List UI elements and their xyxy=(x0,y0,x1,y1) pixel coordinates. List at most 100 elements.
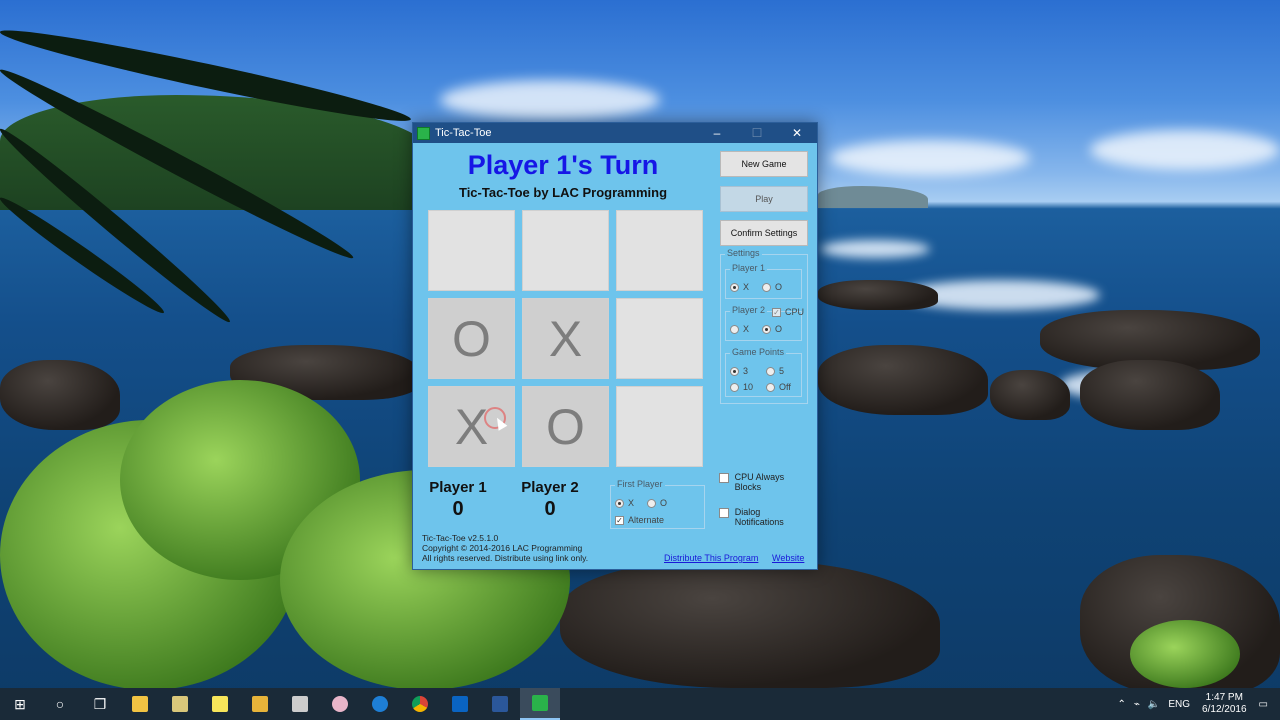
minimize-button[interactable]: – xyxy=(697,126,737,140)
points-3-label: 3 xyxy=(743,366,749,376)
volume-icon[interactable]: 🔈 xyxy=(1148,699,1160,710)
points-off-radio[interactable] xyxy=(766,382,775,392)
player1-x-radio[interactable] xyxy=(730,282,739,292)
confirm-settings-button[interactable]: Confirm Settings xyxy=(720,220,808,246)
taskbar-chrome[interactable] xyxy=(400,688,440,720)
dialog-notifications-option[interactable]: Dialog Notifications xyxy=(719,507,809,527)
points-10-radio[interactable] xyxy=(730,382,739,392)
edge-icon xyxy=(372,696,388,712)
cloud xyxy=(1090,130,1280,170)
board-cell[interactable] xyxy=(616,386,703,467)
rock xyxy=(990,370,1070,420)
search-circle-icon: ○ xyxy=(55,696,65,712)
points-5-radio[interactable] xyxy=(766,366,775,376)
turn-indicator: Player 1's Turn xyxy=(467,150,659,180)
cpu-always-blocks-checkbox[interactable] xyxy=(719,473,729,483)
taskbar-app[interactable] xyxy=(320,688,360,720)
app-window: Tic-Tac-Toe – ☐ ✕ Player 1's Turn Tic-Ta… xyxy=(412,122,818,570)
cortana-button[interactable]: ○ xyxy=(40,688,80,720)
board-cell[interactable]: O xyxy=(428,298,515,379)
player1-name: Player 1 xyxy=(429,479,487,496)
network-icon[interactable]: ⌁ xyxy=(1134,699,1140,710)
taskbar-app[interactable] xyxy=(240,688,280,720)
rock xyxy=(0,360,120,430)
taskbar-edge[interactable] xyxy=(360,688,400,720)
board-cell[interactable]: X xyxy=(522,298,609,379)
alternate-checkbox[interactable]: ✓ xyxy=(615,515,624,525)
task-view-icon: ❐ xyxy=(93,695,107,712)
board-cell[interactable] xyxy=(522,210,609,291)
clock-time: 1:47 PM xyxy=(1205,692,1243,703)
dialog-notifications-checkbox[interactable] xyxy=(719,508,729,518)
maximize-button[interactable]: ☐ xyxy=(737,126,777,140)
player2-label: Player 2 xyxy=(730,305,768,315)
points-10-label: 10 xyxy=(743,382,754,392)
system-tray: ⌃ ⌁ 🔈 ENG 1:47 PM 6/12/2016 ▭ xyxy=(1114,688,1280,720)
board-cell[interactable]: O xyxy=(522,386,609,467)
app-info: Tic-Tac-Toe v2.5.1.0 Copyright © 2014-20… xyxy=(422,533,588,563)
cloud xyxy=(830,140,1030,176)
first-player-group: First Player X O ✓ Alternate xyxy=(610,479,705,529)
taskbar-sticky-notes[interactable] xyxy=(200,688,240,720)
distribute-link[interactable]: Distribute This Program xyxy=(664,553,758,563)
taskbar-calculator[interactable] xyxy=(280,688,320,720)
taskbar-word[interactable] xyxy=(480,688,520,720)
cpu-always-blocks-option[interactable]: CPU Always Blocks xyxy=(719,472,809,492)
player1-x-label: X xyxy=(743,282,750,292)
points-3-radio[interactable] xyxy=(730,366,739,376)
first-player-x-label: X xyxy=(628,498,635,508)
board-cell[interactable] xyxy=(616,298,703,379)
cpu-checkbox[interactable]: ✓ xyxy=(772,307,781,317)
player1-o-label: O xyxy=(775,282,783,292)
title-bar[interactable]: Tic-Tac-Toe – ☐ ✕ xyxy=(413,123,817,143)
taskbar-outlook[interactable] xyxy=(440,688,480,720)
distant-hills xyxy=(818,186,928,208)
taskbar-file-explorer[interactable] xyxy=(120,688,160,720)
points-5-label: 5 xyxy=(779,366,785,376)
new-game-button[interactable]: New Game xyxy=(720,151,808,177)
rock xyxy=(560,560,940,688)
rock xyxy=(1080,360,1220,430)
board-cell[interactable] xyxy=(428,210,515,291)
player2-score: 0 xyxy=(544,498,556,520)
game-subtitle: Tic-Tac-Toe by LAC Programming xyxy=(458,185,668,200)
taskbar: ⊞ ○ ❐ ⌃ ⌁ 🔈 ENG 1:47 PM 6/12/2016 ▭ xyxy=(0,688,1280,720)
game-points-group: Game Points 3 5 10 Off xyxy=(725,347,802,397)
player2-x-radio[interactable] xyxy=(730,324,739,334)
app-icon xyxy=(417,126,430,140)
window-title: Tic-Tac-Toe xyxy=(435,127,492,139)
language-indicator[interactable]: ENG xyxy=(1168,699,1190,710)
player1-label: Player 1 xyxy=(730,263,768,273)
player2-o-radio[interactable] xyxy=(762,324,771,334)
task-view-button[interactable]: ❐ xyxy=(80,688,120,720)
player1-o-radio[interactable] xyxy=(762,282,771,292)
tic-tac-toe-icon xyxy=(532,695,548,711)
taskbar-tic-tac-toe[interactable] xyxy=(520,688,560,720)
first-player-o-radio[interactable] xyxy=(647,498,656,508)
first-player-label: First Player xyxy=(615,479,665,489)
settings-group: Settings Player 1 X O Player 2 ✓ CPU X O… xyxy=(720,248,808,404)
rights-text: All rights reserved. Distribute using li… xyxy=(422,553,589,563)
cpu-label: CPU xyxy=(785,307,805,317)
version-text: Tic-Tac-Toe v2.5.1.0 xyxy=(422,533,499,543)
chevron-up-icon[interactable]: ⌃ xyxy=(1118,699,1126,710)
start-button[interactable]: ⊞ xyxy=(0,688,40,720)
copyright-text: Copyright © 2014-2016 LAC Programming xyxy=(422,543,583,553)
rock xyxy=(818,345,988,415)
cloud xyxy=(440,80,660,120)
player2-x-label: X xyxy=(743,324,750,334)
clock[interactable]: 1:47 PM 6/12/2016 xyxy=(1202,692,1247,716)
notifications-icon[interactable]: ▭ xyxy=(1259,699,1268,710)
taskbar-app[interactable] xyxy=(160,688,200,720)
outlook-icon xyxy=(452,696,468,712)
first-player-o-label: O xyxy=(660,498,668,508)
shield-icon xyxy=(252,696,268,712)
first-player-x-radio[interactable] xyxy=(615,498,624,508)
close-button[interactable]: ✕ xyxy=(777,126,817,140)
board-cell[interactable] xyxy=(616,210,703,291)
word-icon xyxy=(492,696,508,712)
play-button[interactable]: Play xyxy=(720,186,808,212)
cpu-always-blocks-label: CPU Always Blocks xyxy=(734,472,785,492)
website-link[interactable]: Website xyxy=(772,553,804,563)
folder-icon xyxy=(132,696,148,712)
